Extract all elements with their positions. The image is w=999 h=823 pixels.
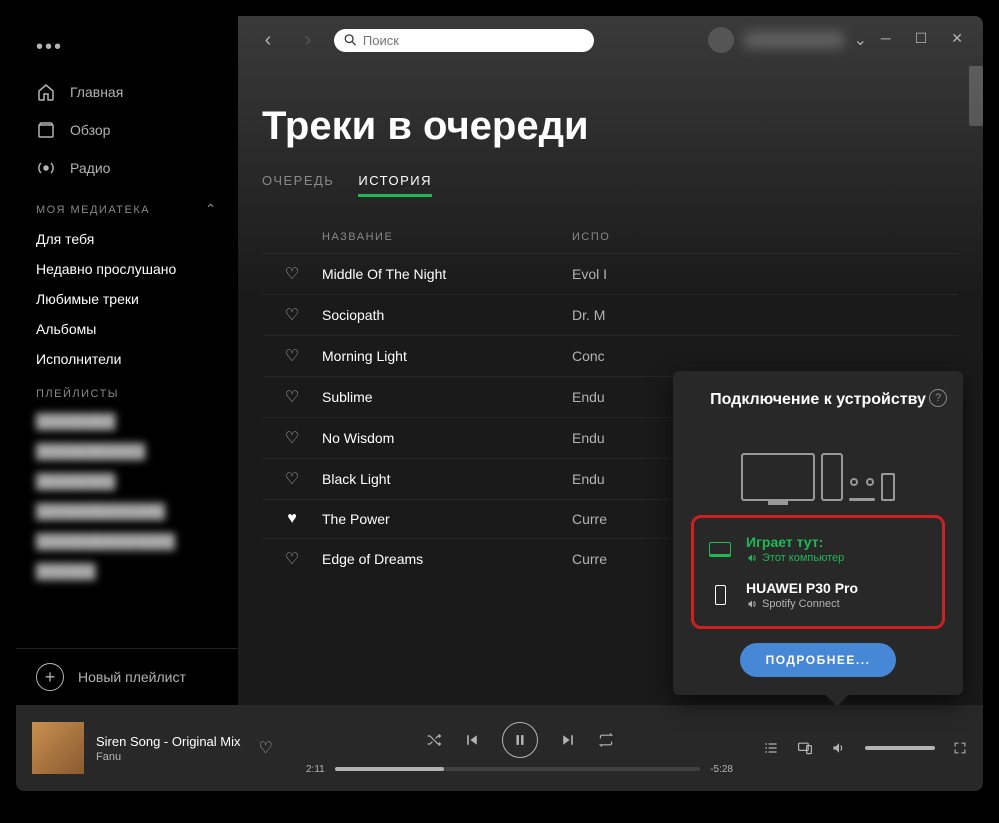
track-artist: Dr. M — [572, 307, 959, 323]
repeat-button[interactable] — [598, 732, 614, 748]
track-title: Sociopath — [322, 307, 572, 323]
track-row[interactable]: ♡ Morning Light Conc — [262, 335, 959, 376]
track-title: No Wisdom — [322, 430, 572, 446]
sound-icon — [746, 553, 758, 563]
playlist-item[interactable]: ████████ — [16, 406, 238, 436]
heart-icon[interactable]: ♡ — [259, 738, 273, 758]
playlist-item[interactable]: ██████ — [16, 556, 238, 586]
time-remaining: -5:28 — [710, 764, 733, 775]
playlist-item[interactable]: ██████████████ — [16, 526, 238, 556]
time-elapsed: 2:11 — [306, 764, 325, 775]
nav-label: Радио — [70, 160, 110, 176]
track-title: Black Light — [322, 471, 572, 487]
browse-icon — [36, 120, 56, 140]
playlists-section-label: ПЛЕЙЛИСТЫ — [16, 374, 238, 406]
phone-icon — [715, 585, 726, 605]
nav-label: Обзор — [70, 122, 110, 138]
lib-artists[interactable]: Исполнители — [16, 344, 238, 374]
radio-icon — [36, 158, 56, 178]
track-title: Morning Light — [322, 348, 572, 364]
user-menu[interactable]: ⌄ — [708, 27, 867, 53]
pause-button[interactable] — [502, 722, 538, 758]
close-button[interactable]: ✕ — [951, 30, 963, 47]
sidebar: ••• Главная Обзор Радио МОЯ МЕДИАТЕКА ⌃ … — [16, 16, 238, 705]
more-button[interactable]: ПОДРОБНЕЕ... — [740, 643, 897, 677]
heart-icon[interactable]: ♡ — [262, 549, 322, 569]
scrollbar[interactable] — [969, 66, 983, 126]
avatar — [708, 27, 734, 53]
devices-button[interactable] — [797, 740, 813, 756]
username — [744, 32, 844, 48]
device-this-computer[interactable]: Играет тут: Этот компьютер — [700, 526, 936, 572]
search-icon — [344, 33, 357, 47]
new-playlist-button[interactable]: + Новый плейлист — [16, 648, 238, 705]
chevron-up-icon[interactable]: ⌃ — [205, 201, 218, 218]
playlist-item[interactable]: ████████ — [16, 466, 238, 496]
player-bar: Siren Song - Original Mix Fanu ♡ 2:11 -5… — [16, 705, 983, 791]
search-box[interactable] — [334, 29, 594, 52]
nav-radio[interactable]: Радио — [16, 149, 238, 187]
track-title: Edge of Dreams — [322, 551, 572, 567]
heart-icon[interactable]: ♡ — [262, 305, 322, 325]
track-row[interactable]: ♡ Middle Of The Night Evol I — [262, 253, 959, 294]
track-row[interactable]: ♡ Sociopath Dr. M — [262, 294, 959, 335]
tabs: ОЧЕРЕДЬ ИСТОРИЯ — [238, 173, 983, 213]
track-header: НАЗВАНИЕ ИСПО — [262, 213, 959, 253]
nav-browse[interactable]: Обзор — [16, 111, 238, 149]
sound-icon — [746, 599, 758, 609]
track-title: The Power — [322, 511, 572, 527]
home-icon — [36, 82, 56, 102]
back-button[interactable]: ‹ — [254, 26, 282, 54]
nav-home[interactable]: Главная — [16, 73, 238, 111]
album-art — [32, 722, 84, 774]
plus-icon: + — [36, 663, 64, 691]
prev-button[interactable] — [464, 732, 480, 748]
playlist-item[interactable]: ███████████ — [16, 436, 238, 466]
track-artist: Evol I — [572, 266, 959, 282]
device-popup: ? Подключение к устройству Играет тут: Э… — [673, 371, 963, 695]
forward-button[interactable]: › — [294, 26, 322, 54]
window-controls: ─ ☐ ✕ — [861, 16, 983, 61]
heart-icon[interactable]: ♡ — [262, 264, 322, 284]
device-list-highlight: Играет тут: Этот компьютер HUAWEI P30 Pr… — [691, 515, 945, 629]
now-playing[interactable]: Siren Song - Original Mix Fanu ♡ — [32, 722, 292, 774]
queue-button[interactable] — [763, 740, 779, 756]
devices-illustration — [691, 423, 945, 501]
shuffle-button[interactable] — [426, 732, 442, 748]
page-title: Треки в очереди — [238, 64, 983, 173]
tab-history[interactable]: ИСТОРИЯ — [358, 173, 432, 197]
maximize-button[interactable]: ☐ — [915, 30, 928, 47]
library-section-label: МОЯ МЕДИАТЕКА ⌃ — [16, 187, 238, 224]
help-icon[interactable]: ? — [929, 389, 947, 407]
track-title: Sublime — [322, 389, 572, 405]
next-button[interactable] — [560, 732, 576, 748]
track-title: Middle Of The Night — [322, 266, 572, 282]
laptop-icon — [709, 542, 731, 557]
heart-icon[interactable]: ♥ — [262, 510, 322, 528]
heart-icon[interactable]: ♡ — [262, 428, 322, 448]
heart-icon[interactable]: ♡ — [262, 469, 322, 489]
popup-title: Подключение к устройству — [691, 391, 945, 409]
np-artist: Fanu — [96, 751, 241, 763]
lib-liked[interactable]: Любимые треки — [16, 284, 238, 314]
volume-slider[interactable] — [865, 746, 935, 750]
tab-queue[interactable]: ОЧЕРЕДЬ — [262, 173, 334, 197]
lib-recent[interactable]: Недавно прослушано — [16, 254, 238, 284]
nav-label: Главная — [70, 84, 123, 100]
playlist-item[interactable]: █████████████ — [16, 496, 238, 526]
device-huawei-p30[interactable]: HUAWEI P30 Pro Spotify Connect — [700, 572, 936, 618]
lib-for-you[interactable]: Для тебя — [16, 224, 238, 254]
progress-bar[interactable] — [335, 767, 700, 771]
minimize-button[interactable]: ─ — [881, 30, 891, 47]
lib-albums[interactable]: Альбомы — [16, 314, 238, 344]
fullscreen-button[interactable] — [953, 741, 967, 755]
search-input[interactable] — [363, 33, 584, 48]
volume-icon[interactable] — [831, 740, 847, 756]
heart-icon[interactable]: ♡ — [262, 387, 322, 407]
menu-button[interactable]: ••• — [36, 36, 63, 58]
heart-icon[interactable]: ♡ — [262, 346, 322, 366]
np-track-title: Siren Song - Original Mix — [96, 734, 241, 749]
track-artist: Conc — [572, 348, 959, 364]
